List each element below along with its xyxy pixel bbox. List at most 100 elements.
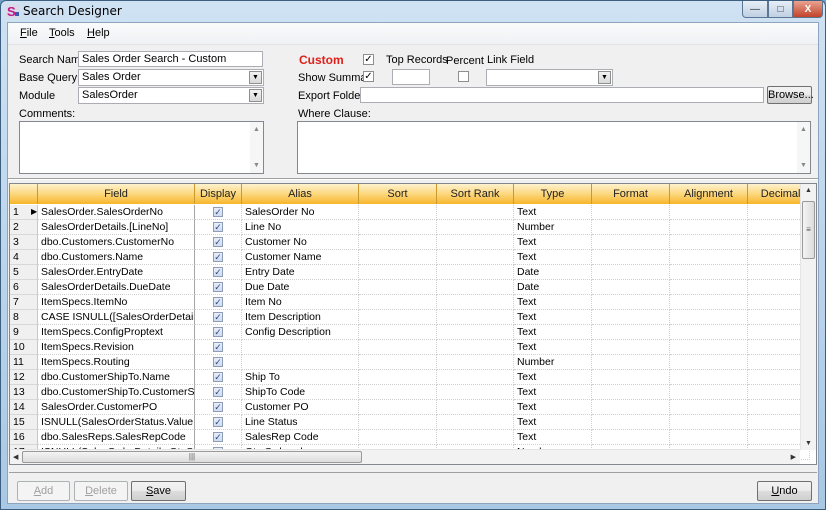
alias-cell[interactable]: SalesRep Code bbox=[242, 430, 359, 445]
alignment-cell[interactable] bbox=[670, 355, 748, 370]
field-cell[interactable]: ItemSpecs.ConfigProptext bbox=[38, 325, 195, 340]
percent-checkbox[interactable] bbox=[458, 71, 469, 82]
column-header-format[interactable]: Format bbox=[592, 184, 670, 204]
column-header-alias[interactable]: Alias bbox=[242, 184, 359, 204]
alignment-cell[interactable] bbox=[670, 205, 748, 220]
table-row[interactable]: 1 ▶ SalesOrder.SalesOrderNo ✓ SalesOrder No T… bbox=[10, 205, 810, 220]
field-cell[interactable]: ISNULL(SalesOrderStatus.Value, 'E... bbox=[38, 415, 195, 430]
alias-cell[interactable]: Line Status bbox=[242, 415, 359, 430]
type-cell[interactable]: Text bbox=[514, 400, 592, 415]
custom-checkbox[interactable]: ✓ bbox=[363, 54, 374, 65]
alignment-cell[interactable] bbox=[670, 340, 748, 355]
sort-cell[interactable] bbox=[359, 310, 437, 325]
alias-cell[interactable]: Config Description bbox=[242, 325, 359, 340]
search-name-input[interactable]: Sales Order Search - Custom bbox=[78, 51, 263, 67]
display-checkbox[interactable]: ✓ bbox=[213, 207, 223, 217]
display-cell[interactable]: ✓ bbox=[195, 235, 242, 250]
sort-cell[interactable] bbox=[359, 370, 437, 385]
chevron-down-icon[interactable]: ▼ bbox=[598, 71, 611, 84]
format-cell[interactable] bbox=[592, 280, 670, 295]
menu-file[interactable]: File bbox=[20, 27, 38, 39]
type-cell[interactable]: Number bbox=[514, 355, 592, 370]
undo-button[interactable]: Undo bbox=[757, 481, 812, 501]
display-cell[interactable]: ✓ bbox=[195, 220, 242, 235]
scroll-down-icon[interactable]: ▼ bbox=[805, 440, 812, 447]
type-cell[interactable]: Text bbox=[514, 415, 592, 430]
save-button[interactable]: Save bbox=[131, 481, 186, 501]
export-folder-input[interactable] bbox=[360, 87, 764, 103]
type-cell[interactable]: Text bbox=[514, 295, 592, 310]
alias-cell[interactable]: Due Date bbox=[242, 280, 359, 295]
table-row[interactable]: 15 ISNULL(SalesOrderStatus.Value, 'E... ✓ L… bbox=[10, 415, 810, 430]
display-checkbox[interactable]: ✓ bbox=[213, 432, 223, 442]
sort-rank-cell[interactable] bbox=[437, 310, 514, 325]
format-cell[interactable] bbox=[592, 415, 670, 430]
column-header-sort-rank[interactable]: Sort Rank bbox=[437, 184, 514, 204]
column-header-field[interactable]: Field bbox=[38, 184, 195, 204]
sort-rank-cell[interactable] bbox=[437, 430, 514, 445]
field-cell[interactable]: dbo.CustomerShipTo.CustomerShip... bbox=[38, 385, 195, 400]
format-cell[interactable] bbox=[592, 355, 670, 370]
format-cell[interactable] bbox=[592, 265, 670, 280]
column-header-sort[interactable]: Sort bbox=[359, 184, 437, 204]
horizontal-scroll-thumb[interactable]: ||| bbox=[22, 451, 362, 463]
alias-cell[interactable] bbox=[242, 355, 359, 370]
scroll-left-icon[interactable]: ◀ bbox=[13, 453, 18, 461]
field-cell[interactable]: CASE ISNULL([SalesOrderDetails].[... bbox=[38, 310, 195, 325]
field-cell[interactable]: SalesOrderDetails.DueDate bbox=[38, 280, 195, 295]
display-checkbox[interactable]: ✓ bbox=[213, 282, 223, 292]
field-cell[interactable]: ItemSpecs.Routing bbox=[38, 355, 195, 370]
alias-cell[interactable]: Line No bbox=[242, 220, 359, 235]
sort-rank-cell[interactable] bbox=[437, 400, 514, 415]
format-cell[interactable] bbox=[592, 370, 670, 385]
alignment-cell[interactable] bbox=[670, 310, 748, 325]
table-row[interactable]: 6 SalesOrderDetails.DueDate ✓ Due Date Date bbox=[10, 280, 810, 295]
top-records-input[interactable] bbox=[392, 69, 430, 85]
display-cell[interactable]: ✓ bbox=[195, 205, 242, 220]
title-bar[interactable]: S Search Designer — □ X bbox=[1, 1, 825, 21]
table-row[interactable]: 4 dbo.Customers.Name ✓ Customer Name Text bbox=[10, 250, 810, 265]
scroll-up-icon[interactable]: ▲ bbox=[800, 126, 807, 133]
sort-rank-cell[interactable] bbox=[437, 250, 514, 265]
display-checkbox[interactable]: ✓ bbox=[213, 342, 223, 352]
field-cell[interactable]: SalesOrder.SalesOrderNo bbox=[38, 205, 195, 220]
alias-cell[interactable]: Entry Date bbox=[242, 265, 359, 280]
alias-cell[interactable]: Customer Name bbox=[242, 250, 359, 265]
sort-rank-cell[interactable] bbox=[437, 220, 514, 235]
display-cell[interactable]: ✓ bbox=[195, 310, 242, 325]
alignment-cell[interactable] bbox=[670, 220, 748, 235]
table-row[interactable]: 12 dbo.CustomerShipTo.Name ✓ Ship To Text bbox=[10, 370, 810, 385]
fields-grid[interactable]: Field Display Alias Sort Sort Rank Type … bbox=[9, 183, 817, 465]
alias-cell[interactable] bbox=[242, 340, 359, 355]
display-checkbox[interactable]: ✓ bbox=[213, 402, 223, 412]
display-cell[interactable]: ✓ bbox=[195, 340, 242, 355]
format-cell[interactable] bbox=[592, 430, 670, 445]
alignment-cell[interactable] bbox=[670, 370, 748, 385]
grid-horizontal-scrollbar[interactable]: ◀ ||| ▶ bbox=[10, 449, 800, 464]
sort-rank-cell[interactable] bbox=[437, 325, 514, 340]
alignment-cell[interactable] bbox=[670, 235, 748, 250]
alignment-cell[interactable] bbox=[670, 385, 748, 400]
table-row[interactable]: 3 dbo.Customers.CustomerNo ✓ Customer No Tex… bbox=[10, 235, 810, 250]
sort-rank-cell[interactable] bbox=[437, 295, 514, 310]
close-button[interactable]: X bbox=[793, 1, 823, 18]
base-query-select[interactable]: Sales Order ▼ bbox=[78, 69, 264, 86]
alignment-cell[interactable] bbox=[670, 430, 748, 445]
scroll-down-icon[interactable]: ▼ bbox=[253, 162, 260, 169]
table-row[interactable]: 16 dbo.SalesReps.SalesRepCode ✓ SalesRep Co… bbox=[10, 430, 810, 445]
display-cell[interactable]: ✓ bbox=[195, 400, 242, 415]
where-clause-scrollbar[interactable]: ▲ ▼ bbox=[797, 122, 810, 173]
comments-textarea[interactable]: ▲ ▼ bbox=[19, 121, 264, 174]
display-checkbox[interactable]: ✓ bbox=[213, 267, 223, 277]
sort-rank-cell[interactable] bbox=[437, 370, 514, 385]
format-cell[interactable] bbox=[592, 400, 670, 415]
alias-cell[interactable]: ShipTo Code bbox=[242, 385, 359, 400]
display-cell[interactable]: ✓ bbox=[195, 295, 242, 310]
alignment-cell[interactable] bbox=[670, 265, 748, 280]
display-checkbox[interactable]: ✓ bbox=[213, 222, 223, 232]
scroll-up-icon[interactable]: ▲ bbox=[253, 126, 260, 133]
comments-scrollbar[interactable]: ▲ ▼ bbox=[250, 122, 263, 173]
display-checkbox[interactable]: ✓ bbox=[213, 417, 223, 427]
display-cell[interactable]: ✓ bbox=[195, 370, 242, 385]
alias-cell[interactable]: SalesOrder No bbox=[242, 205, 359, 220]
